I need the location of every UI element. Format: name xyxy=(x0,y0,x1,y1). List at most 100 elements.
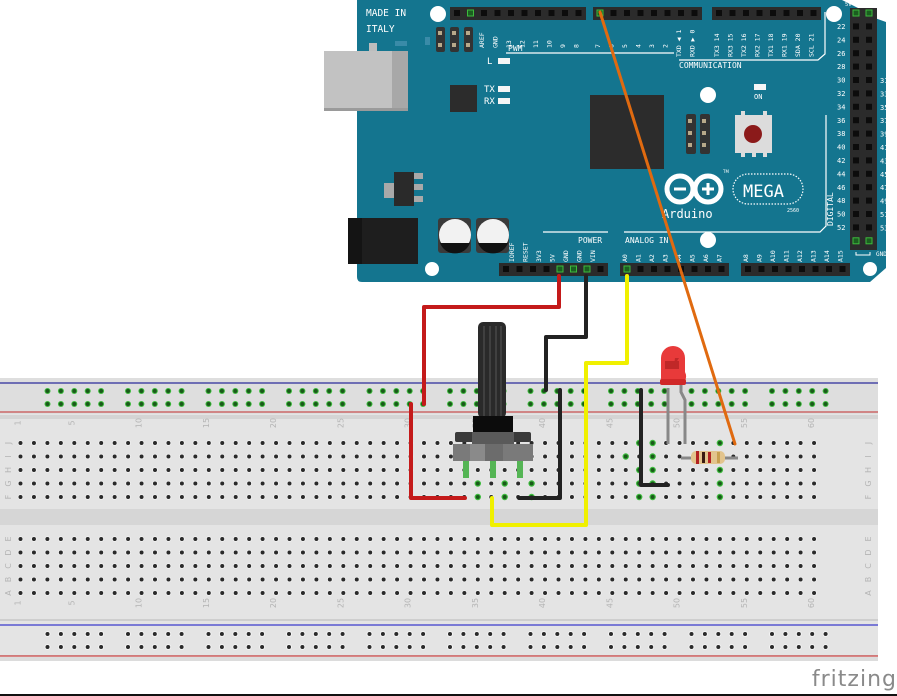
header-pin[interactable] xyxy=(853,224,859,231)
header-pin[interactable] xyxy=(853,63,859,70)
header-pin[interactable] xyxy=(866,130,872,137)
breadboard-hole-center xyxy=(300,495,305,499)
header-pin[interactable] xyxy=(705,266,711,272)
header-pin[interactable] xyxy=(758,266,765,272)
header-pin[interactable] xyxy=(575,10,582,16)
header-pin[interactable] xyxy=(865,237,873,245)
header-pin[interactable] xyxy=(866,144,872,150)
header-pin[interactable] xyxy=(852,9,860,17)
header-pin[interactable] xyxy=(853,211,859,217)
header-pin[interactable] xyxy=(503,266,509,272)
header-pin[interactable] xyxy=(866,103,872,110)
header-pin[interactable] xyxy=(812,266,819,272)
breadboard-hole-center xyxy=(637,591,642,595)
header-pin[interactable] xyxy=(716,10,722,16)
header-pin[interactable] xyxy=(866,36,872,43)
header-pin[interactable] xyxy=(853,117,859,124)
header-pin[interactable] xyxy=(810,10,817,16)
header-pin[interactable] xyxy=(637,266,644,272)
header-pin[interactable] xyxy=(729,10,736,16)
header-pin[interactable] xyxy=(866,23,872,30)
rail-hole-center xyxy=(716,632,721,636)
header-pin[interactable] xyxy=(623,265,631,273)
header-pin[interactable] xyxy=(839,266,846,272)
header-pin[interactable] xyxy=(718,266,725,272)
header-pin[interactable] xyxy=(637,10,644,16)
header-pin[interactable] xyxy=(516,266,523,272)
header-pin[interactable] xyxy=(866,50,872,57)
header-pin[interactable] xyxy=(853,23,859,30)
header-pin[interactable] xyxy=(664,266,671,272)
header-pin[interactable] xyxy=(866,63,872,70)
header-pin[interactable] xyxy=(562,10,568,16)
header-pin[interactable] xyxy=(826,266,832,272)
reset-button[interactable] xyxy=(735,111,772,157)
header-pin[interactable] xyxy=(853,103,859,110)
digital-pin-label: 50 xyxy=(837,211,845,219)
header-pin[interactable] xyxy=(797,10,803,16)
header-pin[interactable] xyxy=(548,10,555,16)
header-pin[interactable] xyxy=(853,130,859,137)
header-pin[interactable] xyxy=(853,197,859,204)
header-pin[interactable] xyxy=(530,266,536,272)
header-pin[interactable] xyxy=(467,9,474,17)
header-pin[interactable] xyxy=(853,184,859,191)
header-pin[interactable] xyxy=(783,10,790,16)
header-pin[interactable] xyxy=(853,170,859,177)
header-pin[interactable] xyxy=(853,157,859,164)
header-pin[interactable] xyxy=(745,266,751,272)
header-pin[interactable] xyxy=(853,90,859,97)
header-pin[interactable] xyxy=(494,10,501,16)
header-pin[interactable] xyxy=(866,184,872,191)
header-pin[interactable] xyxy=(866,157,872,164)
row-label: I xyxy=(4,455,13,457)
header-pin[interactable] xyxy=(691,266,698,272)
wire-gnd-black[interactable] xyxy=(544,274,588,392)
header-pin[interactable] xyxy=(799,266,805,272)
header-pin[interactable] xyxy=(866,77,872,83)
rail-hole-center xyxy=(152,632,157,636)
breadboard-hole-center xyxy=(126,495,131,499)
header-pin[interactable] xyxy=(610,10,617,16)
header-pin[interactable] xyxy=(756,10,763,16)
header-pin[interactable] xyxy=(583,265,591,273)
header-pin[interactable] xyxy=(664,10,671,16)
header-pin[interactable] xyxy=(651,266,657,272)
breadboard-hole-center xyxy=(327,591,332,595)
header-pin[interactable] xyxy=(691,10,698,16)
header-pin[interactable] xyxy=(785,266,792,272)
breadboard-hole-center xyxy=(193,577,198,582)
header-pin[interactable] xyxy=(508,10,514,16)
header-pin[interactable] xyxy=(853,36,859,43)
breadboard-hole-center xyxy=(179,454,184,459)
header-pin[interactable] xyxy=(651,10,657,16)
header-pin[interactable] xyxy=(570,265,577,273)
header-pin[interactable] xyxy=(535,10,541,16)
header-pin[interactable] xyxy=(866,90,872,97)
header-pin[interactable] xyxy=(597,266,604,272)
header-pin[interactable] xyxy=(853,50,859,57)
header-pin[interactable] xyxy=(866,211,872,217)
breadboard: J JI IH HG GF FE ED DC CB BA A11551010151520202525… xyxy=(0,378,878,661)
header-pin[interactable] xyxy=(772,266,778,272)
header-pin[interactable] xyxy=(481,10,487,16)
header-pin[interactable] xyxy=(521,10,528,16)
header-pin[interactable] xyxy=(743,10,749,16)
breadboard-hole-center xyxy=(475,591,480,595)
header-pin[interactable] xyxy=(852,237,860,245)
header-pin[interactable] xyxy=(865,9,873,17)
header-pin[interactable] xyxy=(866,224,872,231)
pin-label: TX1 18 xyxy=(767,33,775,57)
header-pin[interactable] xyxy=(624,10,630,16)
header-pin[interactable] xyxy=(454,10,460,16)
header-pin[interactable] xyxy=(543,266,550,272)
header-pin[interactable] xyxy=(866,170,872,177)
header-pin[interactable] xyxy=(770,10,776,16)
header-pin[interactable] xyxy=(853,144,859,150)
header-pin[interactable] xyxy=(678,10,684,16)
header-pin[interactable] xyxy=(866,117,872,124)
column-number-label: 45 xyxy=(605,418,614,428)
header-pin[interactable] xyxy=(866,197,872,204)
header-pin[interactable] xyxy=(556,265,564,273)
header-pin[interactable] xyxy=(853,77,859,83)
